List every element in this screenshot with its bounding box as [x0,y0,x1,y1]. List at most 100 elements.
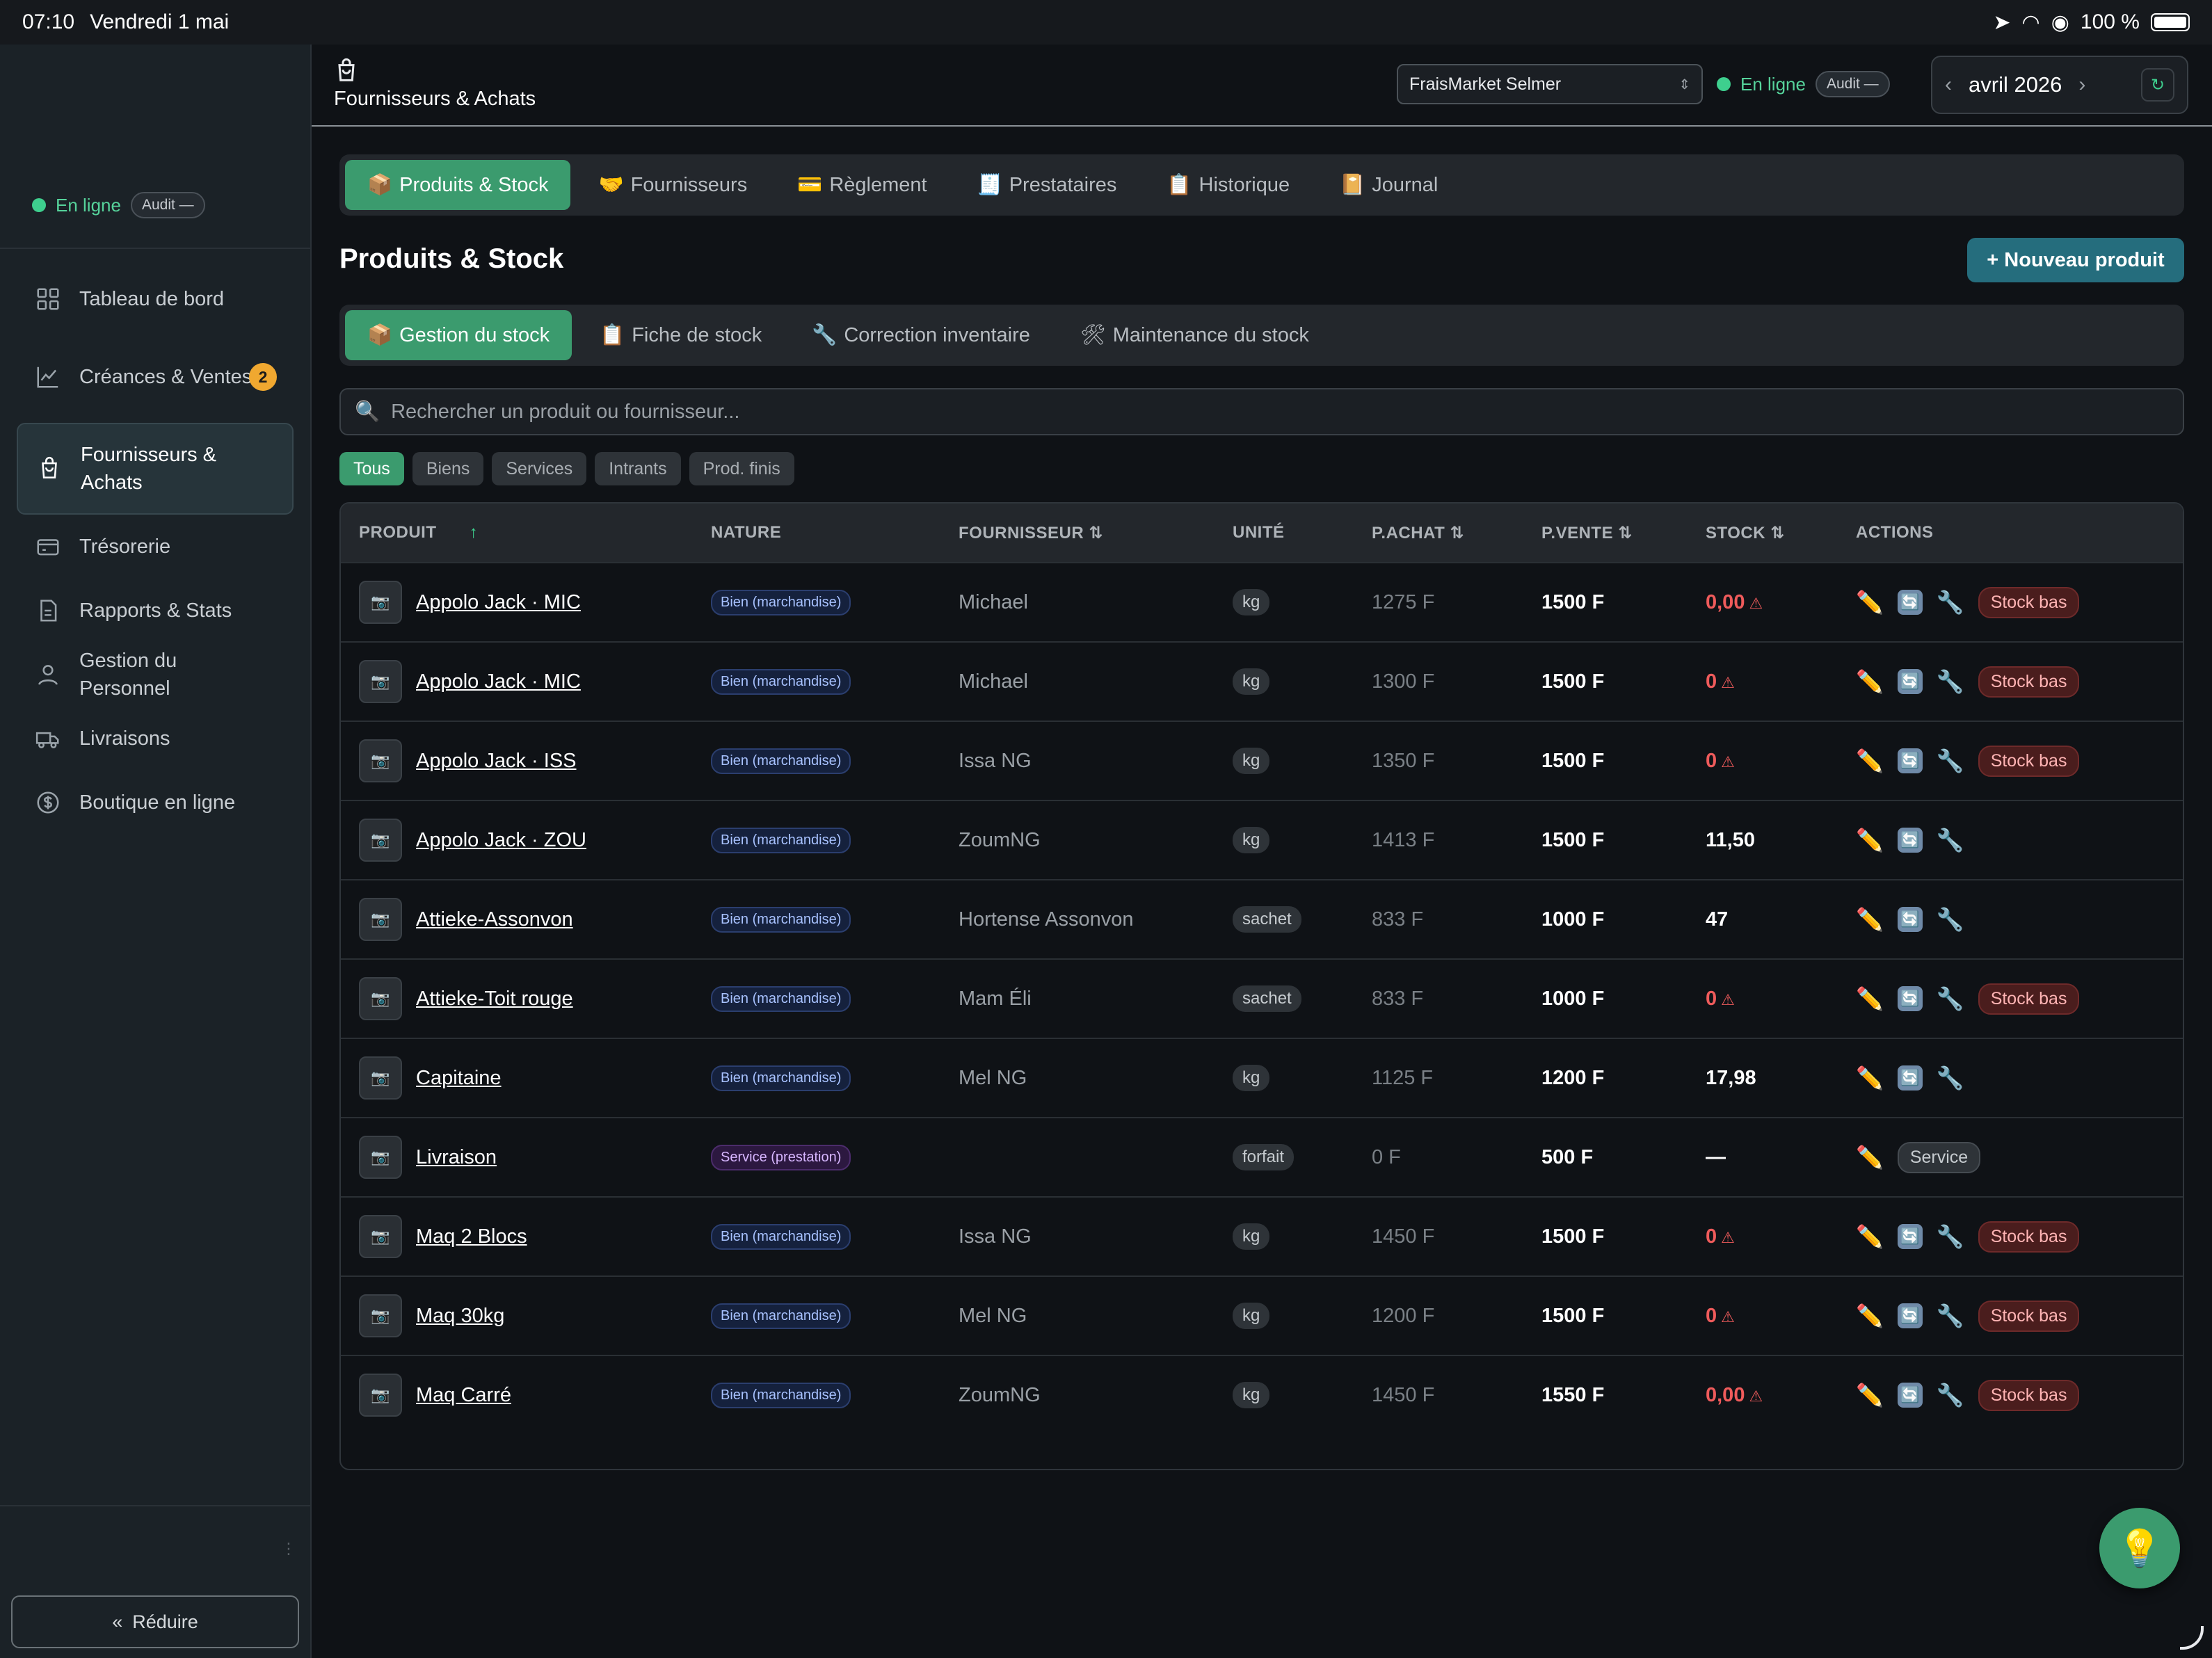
edit-pencil-icon[interactable]: ✏️ [1856,748,1884,774]
new-product-button[interactable]: + Nouveau produit [1967,238,2184,282]
edit-pencil-icon[interactable]: ✏️ [1856,668,1884,695]
wrench-icon[interactable]: 🔧 [1937,589,1964,615]
sidebar-item-label: Boutique en ligne [79,791,236,814]
sidebar-item-tableau-de-bord[interactable]: Tableau de bord [17,267,294,331]
product-name-link[interactable]: Maq 30kg [416,1305,504,1328]
wrench-icon[interactable]: 🔧 [1937,827,1964,853]
sell-price-cell: 500 F [1541,1145,1594,1168]
edit-pencil-icon[interactable]: ✏️ [1856,1223,1884,1250]
restock-icon[interactable]: 🔄 [1897,1224,1923,1249]
more-icon[interactable]: ⋮ [281,1540,296,1558]
subtab-correction-inventaire[interactable]: 🔧 Correction inventaire [790,310,1052,360]
wrench-icon[interactable]: 🔧 [1937,1303,1964,1329]
edit-pencil-icon[interactable]: ✏️ [1856,827,1884,853]
restock-icon[interactable]: 🔄 [1897,1383,1923,1408]
col-pvente[interactable]: P.VENTE ⇅ [1541,523,1706,543]
tab-reglement[interactable]: 💳 Règlement [775,160,949,210]
col-nature: NATURE [711,523,782,542]
stock-cell: 0,00 ⚠ [1706,1384,1856,1407]
product-name-link[interactable]: Attieke-Toit rouge [416,988,573,1011]
restock-icon[interactable]: 🔄 [1897,986,1923,1011]
edit-pencil-icon[interactable]: ✏️ [1856,1065,1884,1091]
restock-icon[interactable]: 🔄 [1897,828,1923,853]
sidebar-item-boutique-en-ligne[interactable]: Boutique en ligne [17,771,294,835]
tab-fournisseurs[interactable]: 🤝 Fournisseurs [576,160,769,210]
tab-historique[interactable]: 📋 Historique [1144,160,1312,210]
unit-badge: sachet [1233,985,1301,1012]
edit-pencil-icon[interactable]: ✏️ [1856,1144,1884,1170]
lightbulb-help-button[interactable]: 💡 [2099,1508,2180,1588]
sell-price-cell: 1500 F [1541,749,1605,772]
restock-icon[interactable]: 🔄 [1897,748,1923,773]
edit-pencil-icon[interactable]: ✏️ [1856,589,1884,615]
online-label: En ligne [56,194,121,216]
tab-produits-stock[interactable]: 📦 Produits & Stock [345,160,571,210]
stock-value: — [1706,1145,1726,1168]
sidebar-item-gestion-du-personnel[interactable]: Gestion du Personnel [17,643,294,707]
buy-price-cell: 833 F [1372,908,1424,931]
restock-icon[interactable]: 🔄 [1897,1065,1923,1090]
filter-chip[interactable]: Biens [412,452,484,485]
wrench-icon[interactable]: 🔧 [1937,985,1964,1012]
edit-pencil-icon[interactable]: ✏️ [1856,1303,1884,1329]
next-month-icon[interactable]: › [2078,73,2085,97]
restock-icon[interactable]: 🔄 [1897,669,1923,694]
month-picker: ‹ avril 2026 › ↻ [1931,56,2188,114]
filter-chip[interactable]: Prod. finis [689,452,794,485]
filter-chip[interactable]: Services [492,452,587,485]
restock-icon[interactable]: 🔄 [1897,1303,1923,1328]
product-name-link[interactable]: Maq 2 Blocs [416,1225,527,1248]
product-name-link[interactable]: Appolo Jack · ZOU [416,829,586,852]
restock-icon[interactable]: 🔄 [1897,907,1923,932]
product-name-link[interactable]: Appolo Jack · MIC [416,591,581,614]
tab-emoji-icon: 💳 [797,174,823,196]
col-stock[interactable]: STOCK ⇅ [1706,523,1856,543]
wrench-icon[interactable]: 🔧 [1937,668,1964,695]
tab-prestataires[interactable]: 🧾 Prestataires [955,160,1139,210]
tab-journal[interactable]: 📔 Journal [1317,160,1460,210]
reduce-sidebar-button[interactable]: « Réduire [11,1595,299,1648]
wrench-icon[interactable]: 🔧 [1937,1065,1964,1091]
prev-month-icon[interactable]: ‹ [1945,73,1952,97]
sidebar-item-rapports-stats[interactable]: Rapports & Stats [17,579,294,643]
wrench-icon[interactable]: 🔧 [1937,1223,1964,1250]
sidebar-item-livraisons[interactable]: Livraisons [17,707,294,771]
subtab-maintenance-du-stock[interactable]: 🛠 Maintenance du stock [1058,310,1331,360]
restock-icon[interactable]: 🔄 [1897,590,1923,615]
col-fournisseur[interactable]: FOURNISSEUR ⇅ [959,523,1233,543]
stock-value: 0,00 [1706,590,1745,613]
refresh-icon[interactable]: ↻ [2141,68,2174,102]
store-select[interactable]: FraisMarket Selmer ⇕ [1397,64,1703,104]
product-name-link[interactable]: Livraison [416,1146,497,1169]
actions-cell: ✏️ 🔄 🔧 Stock bas [1856,1221,2183,1253]
wrench-icon[interactable]: 🔧 [1937,906,1964,933]
wrench-icon[interactable]: 🔧 [1937,748,1964,774]
filter-chip[interactable]: Intrants [595,452,681,485]
unit-cell: sachet [1233,906,1372,933]
col-pachat[interactable]: P.ACHAT ⇅ [1372,523,1541,543]
search-input[interactable] [390,399,2129,424]
sidebar-item-label: Créances & Ventes [79,366,253,388]
product-name-link[interactable]: Appolo Jack · MIC [416,670,581,693]
subtab-fiche-de-stock[interactable]: 📋 Fiche de stock [577,310,784,360]
product-name-link[interactable]: Maq Carré [416,1384,511,1407]
product-name-link[interactable]: Capitaine [416,1067,502,1090]
audit-badge[interactable]: Audit — [1815,71,1890,97]
sidebar-item-creances-ventes[interactable]: Créances & Ventes 2 [17,331,294,423]
tab-emoji-icon: 🧾 [977,174,1002,196]
col-produit[interactable]: PRODUIT ↑ [341,523,711,542]
product-name-link[interactable]: Appolo Jack · ISS [416,750,577,773]
wifi-icon: ◠ [2021,10,2040,34]
subtab-gestion-du-stock[interactable]: 📦 Gestion du stock [345,310,572,360]
edit-pencil-icon[interactable]: ✏️ [1856,906,1884,933]
audit-badge[interactable]: Audit — [130,192,205,218]
edit-pencil-icon[interactable]: ✏️ [1856,985,1884,1012]
sidebar-item-tresorerie[interactable]: Trésorerie [17,515,294,579]
product-name-link[interactable]: Attieke-Assonvon [416,908,573,931]
filter-chip[interactable]: Tous [339,452,404,485]
sidebar-item-fournisseurs-achats[interactable]: Fournisseurs & Achats [17,423,294,515]
wrench-icon[interactable]: 🔧 [1937,1382,1964,1408]
actions-cell: ✏️ 🔄 🔧 Stock bas [1856,666,2183,698]
warning-icon: ⚠ [1721,1228,1735,1246]
edit-pencil-icon[interactable]: ✏️ [1856,1382,1884,1408]
